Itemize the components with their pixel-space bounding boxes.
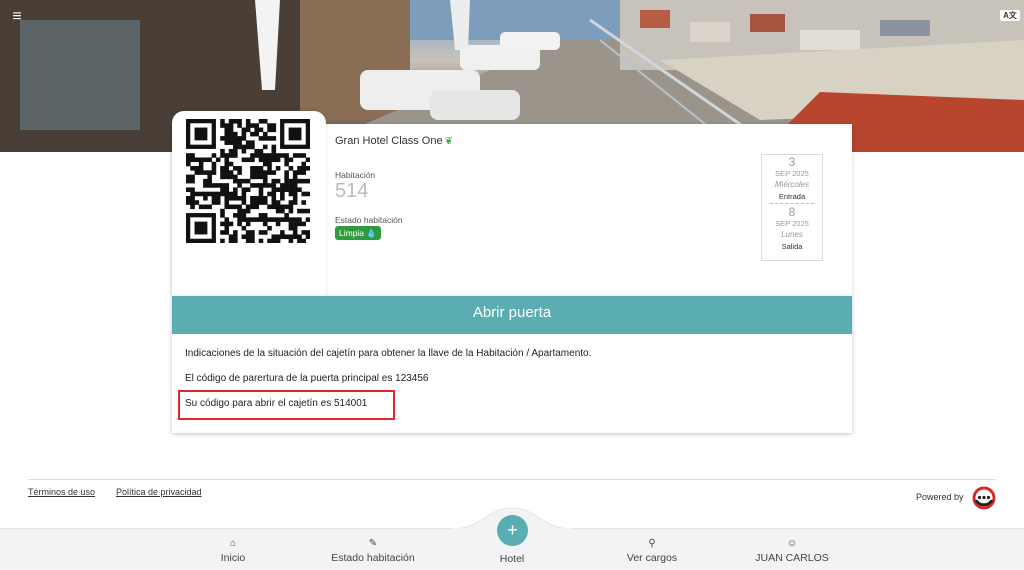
drop-icon: 💧 (366, 228, 378, 238)
nav-user-label: JUAN CARLOS (755, 552, 829, 564)
checkin-weekday: Miércoles (774, 180, 810, 189)
checkin-month: SEP 2025 (775, 169, 809, 178)
room-label: Habitación (335, 170, 376, 180)
footer-divider (28, 479, 996, 480)
one-logo-icon (972, 486, 996, 510)
lockbox-code: Su código para abrir el cajetín es 51400… (185, 398, 368, 409)
checkin-tag: Entrada (778, 192, 806, 201)
menu-icon[interactable]: ≡ (8, 8, 26, 26)
nav-home[interactable]: ⌂ Inicio (208, 538, 258, 564)
nav-charges-label: Ver cargos (626, 552, 678, 564)
stay-dates: 3 SEP 2025 Miércoles Entrada 8 SEP 2025 … (761, 154, 823, 261)
room-number: 514 (335, 180, 369, 202)
nav-charges[interactable]: ⚲ Ver cargos (620, 538, 684, 564)
hotel-name: Gran Hotel Class One ❦ (335, 135, 453, 147)
nav-room-status-label: Estado habitación (331, 552, 415, 564)
powered-by-text: Powered by (916, 492, 964, 502)
leaf-icon: ❦ (444, 136, 453, 147)
plus-icon: + (507, 520, 518, 540)
checkout-day: 8 (788, 205, 796, 219)
translate-icon[interactable]: A文 (1000, 10, 1020, 21)
nav-home-label: Inicio (220, 552, 246, 564)
privacy-link[interactable]: Política de privacidad (116, 487, 202, 497)
checkout-month: SEP 2025 (775, 219, 809, 228)
hotel-name-text: Gran Hotel Class One (335, 135, 443, 147)
nav-room-status[interactable]: ✎ Estado habitación (322, 538, 424, 564)
nav-user[interactable]: ☺ JUAN CARLOS (752, 538, 832, 564)
qr-code (186, 119, 310, 243)
open-door-title: Abrir puerta (172, 296, 852, 334)
checkout-tag: Salida (781, 242, 803, 251)
checkout-weekday: Lunes (781, 230, 803, 239)
user-icon: ☺ (786, 538, 798, 549)
hotel-plus-button[interactable]: + (497, 515, 528, 546)
nav-hotel-label[interactable]: Hotel (484, 553, 540, 565)
search-icon: ⚲ (648, 538, 656, 549)
open-door-card: Abrir puerta Indicaciones de la situació… (172, 296, 852, 433)
brush-icon: ✎ (368, 538, 378, 549)
room-status-label: Estado habitación (335, 215, 403, 225)
qr-code-box (172, 111, 326, 296)
dates-divider (770, 203, 814, 204)
room-status-badge: Limpia 💧 (335, 226, 382, 240)
door-instructions: Indicaciones de la situación del cajetín… (185, 348, 592, 359)
main-door-code: El código de parertura de la puerta prin… (185, 373, 429, 384)
home-icon: ⌂ (229, 538, 237, 549)
room-status-value: Limpia (339, 228, 365, 238)
terms-link[interactable]: Términos de uso (28, 487, 95, 497)
checkin-day: 3 (788, 155, 796, 169)
